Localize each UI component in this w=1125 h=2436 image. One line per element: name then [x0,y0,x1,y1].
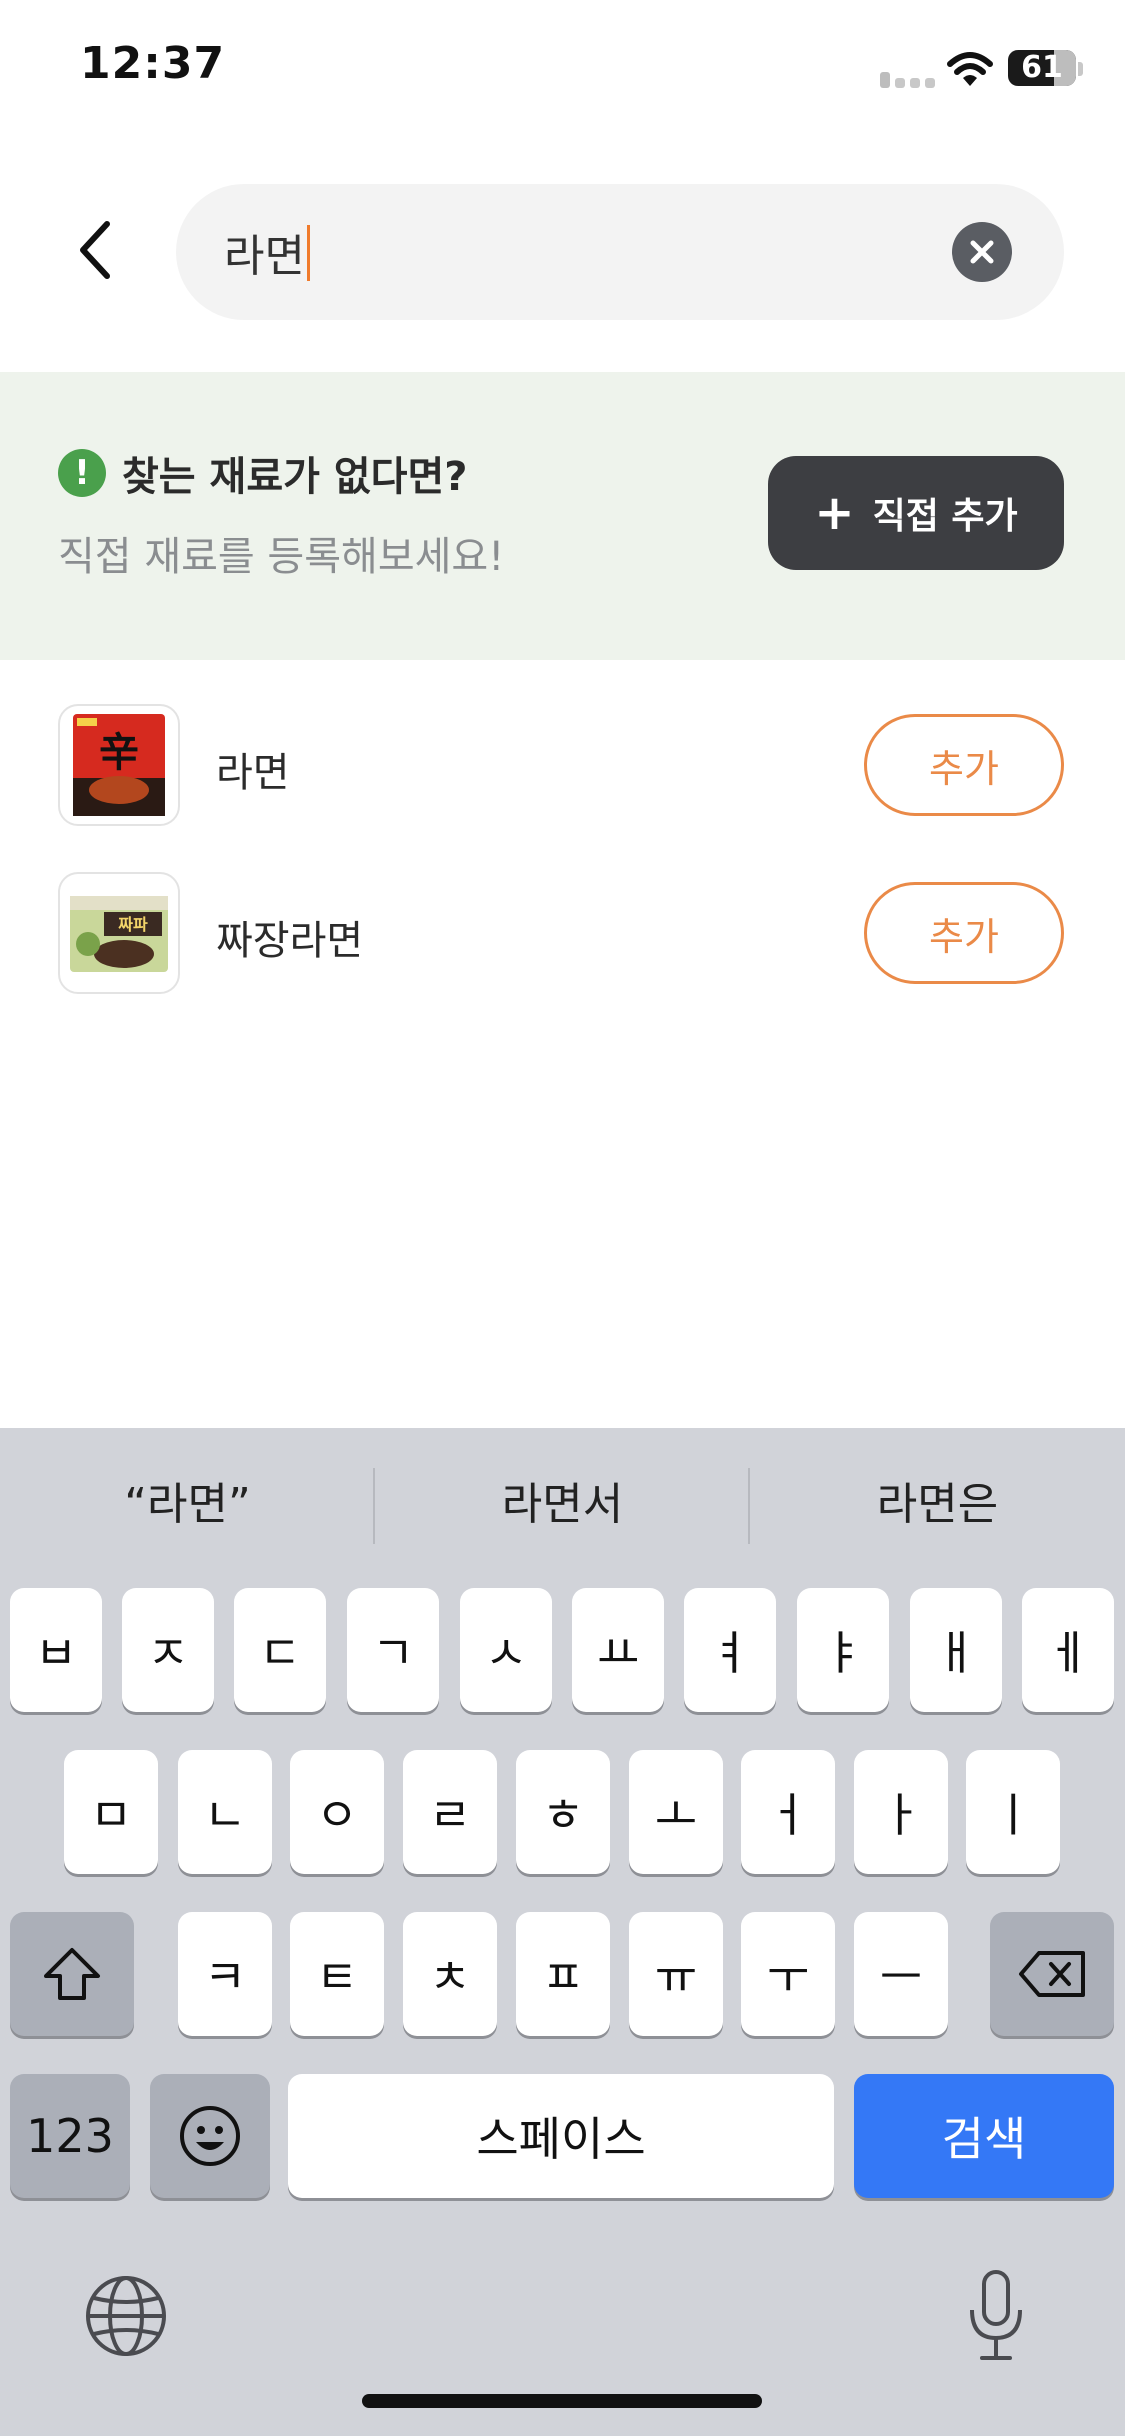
search-box[interactable]: 라면 [176,184,1064,320]
key[interactable]: ㅎ [516,1750,610,1874]
emoji-key[interactable] [150,2074,270,2198]
list-item: 짜파 짜장라면 추가 [0,848,1125,1016]
key[interactable]: ㅠ [629,1912,723,2036]
status-time: 12:37 [80,38,226,89]
key[interactable]: ㅜ [741,1912,835,2036]
home-indicator[interactable] [362,2394,762,2408]
key[interactable]: ㅌ [290,1912,384,2036]
direct-add-label: 직접 추가 [872,496,1018,537]
key[interactable]: ㅂ [10,1588,102,1712]
key[interactable]: ㅔ [1022,1588,1114,1712]
suggestion-bar: “라면” 라면서 라면은 [0,1428,1125,1578]
emoji-icon [180,2106,240,2166]
key[interactable]: ㅓ [741,1750,835,1874]
item-name: 라면 [216,750,290,796]
ramen-package-image: 辛 [58,704,180,826]
search-input-text: 라면 [224,231,305,282]
key[interactable]: ㅐ [910,1588,1002,1712]
key[interactable]: ㅏ [854,1750,948,1874]
shift-key[interactable] [10,1912,134,2036]
key[interactable]: ㅁ [64,1750,158,1874]
key[interactable]: ㄹ [403,1750,497,1874]
suggestion-2[interactable]: 라면서 [375,1468,750,1532]
banner-subtitle: 직접 재료를 등록해보세요! [58,534,505,580]
key[interactable]: ㅗ [629,1750,723,1874]
not-found-banner: ! 찾는 재료가 없다면? 직접 재료를 등록해보세요! + 직접 추가 [0,372,1125,660]
key[interactable]: ㅇ [290,1750,384,1874]
battery-tip [1078,62,1083,76]
key[interactable]: ㄱ [347,1588,439,1712]
microphone-icon [970,2270,1022,2360]
add-button[interactable]: 추가 [864,882,1064,984]
svg-text:짜파: 짜파 [118,915,148,934]
key[interactable]: ㄷ [234,1588,326,1712]
cellular-signal-icon [880,72,936,88]
item-name: 짜장라면 [216,918,364,964]
key[interactable]: ㅑ [797,1588,889,1712]
svg-text:辛: 辛 [99,729,139,776]
key[interactable]: ㅅ [460,1588,552,1712]
delete-key[interactable] [990,1912,1114,2036]
search-input[interactable]: 라면 [224,220,310,284]
list-item: 辛 라면 추가 [0,680,1125,848]
key[interactable]: ㅣ [966,1750,1060,1874]
text-caret [306,225,310,281]
key[interactable]: ㅊ [403,1912,497,2036]
numbers-key[interactable]: 123 [10,2074,130,2198]
key[interactable]: ㄴ [178,1750,272,1874]
direct-add-button[interactable]: + 직접 추가 [768,456,1064,570]
jjapaghetti-package-image: 짜파 [58,872,180,994]
key[interactable]: ㅕ [684,1588,776,1712]
suggestion-1[interactable]: “라면” [0,1468,375,1532]
globe-button[interactable] [84,2274,168,2358]
clear-search-button[interactable] [952,222,1012,282]
shift-arrow-icon [44,1948,100,2000]
space-key[interactable]: 스페이스 [288,2074,834,2198]
search-return-key[interactable]: 검색 [854,2074,1114,2198]
plus-icon: + [814,485,855,541]
suggestion-3[interactable]: 라면은 [750,1468,1125,1532]
chevron-left-icon [80,221,110,279]
wifi-icon [947,52,993,86]
backspace-icon [1019,1951,1085,1997]
close-icon [970,240,994,264]
add-button[interactable]: 추가 [864,714,1064,816]
banner-title: 찾는 재료가 없다면? [122,454,468,500]
globe-icon [86,2276,166,2356]
dictation-button[interactable] [966,2270,1026,2362]
key[interactable]: ㅈ [122,1588,214,1712]
back-button[interactable] [60,210,130,290]
key[interactable]: ㅍ [516,1912,610,2036]
banner-title-row: ! 찾는 재료가 없다면? [58,444,467,502]
status-bar: 12:37 61 [0,0,1125,140]
exclamation-icon: ! [58,449,106,497]
key[interactable]: ㅋ [178,1912,272,2036]
battery-level: 61 [1021,50,1063,85]
key[interactable]: ㅛ [572,1588,664,1712]
keyboard: “라면” 라면서 라면은 ㅂ ㅈ ㄷ ㄱ ㅅ ㅛ ㅕ ㅑ ㅐ ㅔ ㅁ ㄴ ㅇ ㄹ… [0,1428,1125,2436]
battery-icon: 61 [1008,50,1076,86]
key[interactable]: ㅡ [854,1912,948,2036]
